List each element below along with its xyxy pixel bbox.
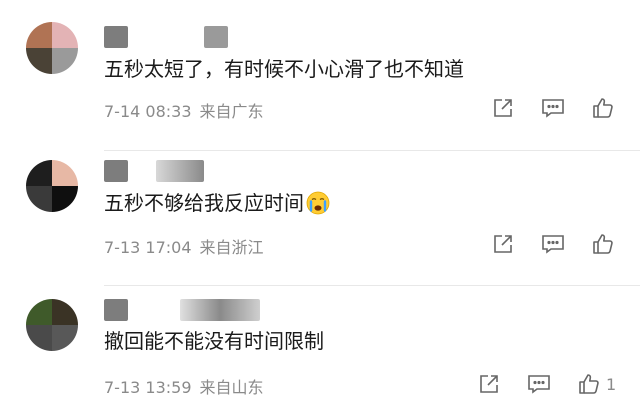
comment-text: 撤回能不能没有时间限制 [104,329,324,353]
share-icon [494,235,512,253]
thumbs-up-icon [593,234,613,254]
redaction-block [156,160,204,182]
avatar-tile [26,48,52,74]
avatar-tile [52,186,78,212]
comment-location: 来自广东 [199,102,264,121]
comment-text: 五秒不够给我反应时间 [104,189,330,217]
comment-icon [528,375,550,394]
share-icon [480,375,498,393]
redaction-block [104,26,128,48]
redaction-block [204,26,228,48]
redaction-block [104,299,128,321]
comment-actions [466,232,616,256]
crying-face-icon [306,191,330,215]
username-redacted[interactable] [104,299,264,321]
username-redacted[interactable] [104,26,234,48]
share-button[interactable] [490,96,516,120]
comment-text-content: 五秒不够给我反应时间 [104,191,304,215]
like-button[interactable] [590,96,616,120]
avatar-tile [52,299,78,325]
like-button[interactable] [576,372,602,396]
comment-icon [542,235,564,254]
comment-item: 撤回能不能没有时间限制 7-13 13:59 来自山东 1 [0,286,640,412]
reply-button[interactable] [526,372,552,396]
reply-button[interactable] [540,96,566,120]
comment-item: 五秒不够给我反应时间 7-13 17:04 来自浙江 [0,151,640,285]
like-button[interactable] [590,232,616,256]
comment-location: 来自山东 [199,378,264,397]
avatar-tile [26,160,52,186]
redaction-block [180,299,260,321]
avatar[interactable] [26,160,78,212]
avatar-tile [26,325,52,351]
comment-text: 五秒太短了，有时候不小心滑了也不知道 [104,57,464,81]
share-button[interactable] [476,372,502,396]
share-button[interactable] [490,232,516,256]
comment-icon [542,99,564,118]
avatar-tile [52,325,78,351]
comment-meta: 7-14 08:33 来自广东 [104,98,264,122]
comment-item: 五秒太短了，有时候不小心滑了也不知道 7-14 08:33 来自广东 [0,0,640,150]
avatar-tile [52,160,78,186]
comment-date: 7-14 08:33 [104,102,192,121]
avatar-tile [26,186,52,212]
avatar-tile [52,22,78,48]
avatar[interactable] [26,299,78,351]
thumbs-up-icon [579,374,599,394]
comment-meta: 7-13 13:59 来自山东 [104,374,264,398]
username-redacted[interactable] [104,160,214,182]
redaction-block [104,160,128,182]
share-icon [494,99,512,117]
thumbs-up-icon [593,98,613,118]
comment-date: 7-13 13:59 [104,378,192,397]
comment-location: 来自浙江 [199,238,264,257]
avatar-tile [26,22,52,48]
comment-actions: 1 [452,372,616,396]
comment-date: 7-13 17:04 [104,238,192,257]
avatar-tile [26,299,52,325]
comment-actions [466,96,616,120]
avatar-tile [52,48,78,74]
like-count: 1 [606,374,617,394]
reply-button[interactable] [540,232,566,256]
comment-meta: 7-13 17:04 来自浙江 [104,234,264,258]
avatar[interactable] [26,22,78,74]
